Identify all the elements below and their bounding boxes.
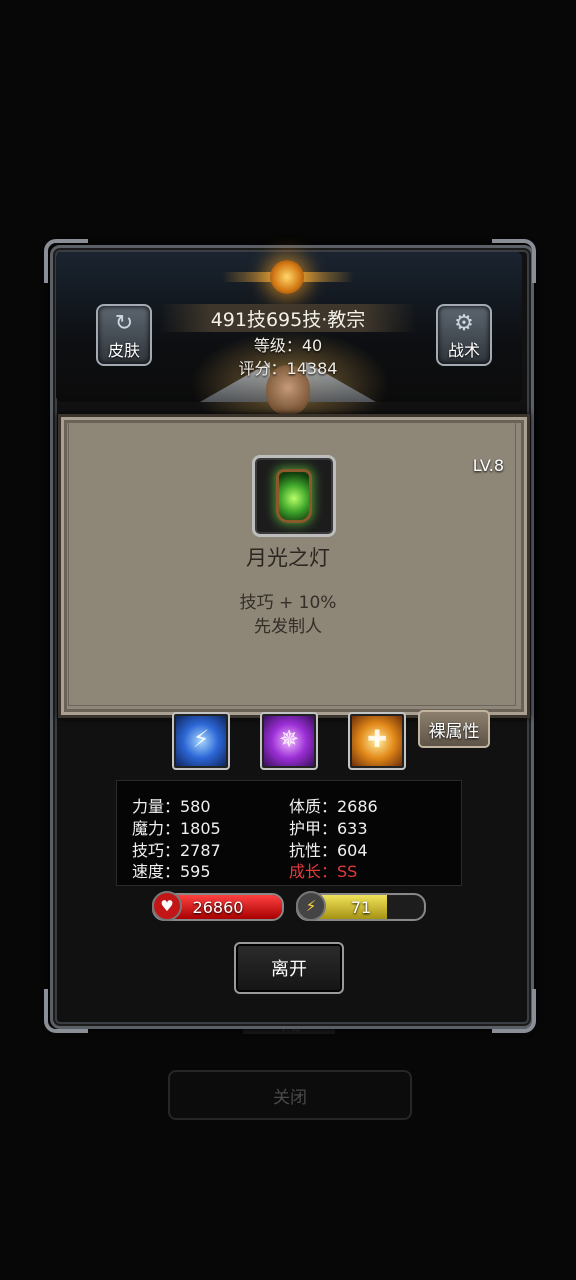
frame-corner-ornament <box>492 989 536 1033</box>
lightning-icon: ⚡ <box>192 725 210 753</box>
attr-speed: 速度：595 <box>132 862 211 881</box>
item-special: 先发制人 <box>254 617 322 637</box>
leave-button[interactable]: 离开 <box>234 942 344 994</box>
item-level: LV.8 <box>472 456 504 475</box>
tactic-button-label: 战术 <box>447 341 480 360</box>
lantern-icon <box>276 469 312 523</box>
frame-corner-ornament <box>44 989 88 1033</box>
attr-armor: 护甲：633 <box>289 819 368 838</box>
refresh-icon: ↻ <box>114 311 134 336</box>
holy-icon: ✚ <box>366 725 388 753</box>
hero-name-title: 491技695技·教宗 <box>160 304 416 332</box>
attr-magic: 魔力：1805 <box>132 819 221 838</box>
item-icon-slot <box>252 455 336 537</box>
background-close-button[interactable]: 关闭 <box>168 1070 412 1120</box>
attr-growth: 成长：SS <box>289 862 358 881</box>
heart-icon: ♥ <box>152 891 182 921</box>
naked-attributes-button[interactable]: 裸属性 <box>418 710 490 748</box>
hero-score: 评分：14384 <box>238 359 338 378</box>
gear-icon: ⚙ <box>454 311 474 336</box>
crest-emblem-icon <box>270 260 304 294</box>
lightning-bolt-icon: ⚡ <box>296 891 326 921</box>
hero-level: 等级：40 <box>253 336 323 355</box>
arcane-icon: ✵ <box>278 725 300 753</box>
item-name: 月光之灯 <box>246 546 330 570</box>
skill-slot-holy[interactable]: ✚ <box>348 712 406 770</box>
item-effect: 技巧 + 10% <box>239 593 337 613</box>
attr-constitution: 体质：2686 <box>289 797 378 816</box>
tactic-button[interactable]: ⚙ 战术 <box>436 304 492 366</box>
skin-button[interactable]: ↻ 皮肤 <box>96 304 152 366</box>
skill-slot-arcane[interactable]: ✵ <box>260 712 318 770</box>
attr-strength: 力量：580 <box>132 797 211 816</box>
skin-button-label: 皮肤 <box>107 341 140 360</box>
skill-slot-lightning[interactable]: ⚡ <box>172 712 230 770</box>
